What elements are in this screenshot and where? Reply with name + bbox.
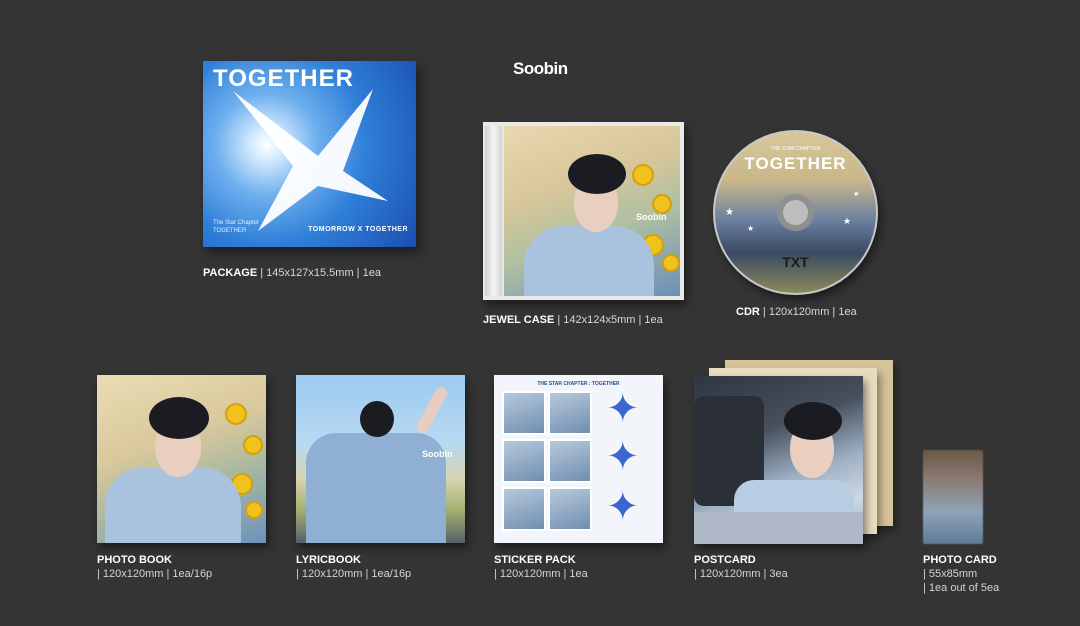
package-label: PACKAGE (203, 267, 258, 279)
star-logo-icon (233, 89, 388, 231)
photo-card-spec-quantity: | 1ea out of 5ea (923, 582, 1000, 594)
package-spec: | 145x127x15.5mm | 1ea (260, 267, 381, 279)
postcard-spec: | 120x120mm | 3ea (694, 568, 788, 580)
person-hair (360, 401, 394, 437)
sticker-photo (548, 391, 592, 435)
lyricbook-stamp: Soobin (422, 449, 453, 459)
jewel-case-cover: Soobin (504, 126, 680, 296)
star-icon: ★ (747, 224, 755, 233)
sunflower-icon (664, 256, 678, 270)
photo-book-caption: PHOTO BOOK | 120x120mm | 1ea/16p (97, 553, 212, 581)
photo-book-image (97, 375, 266, 543)
lyricbook-label: LYRICBOOK (296, 554, 361, 566)
photo-card-label: PHOTO CARD (923, 554, 997, 566)
postcard-image (694, 376, 863, 544)
sunflower-icon (247, 503, 261, 517)
photo-book-label: PHOTO BOOK (97, 554, 172, 566)
person-sweater (105, 467, 241, 543)
sticker-pack-image: THE STAR CHAPTER : TOGETHER ✦ ✦ ✦ (494, 375, 663, 543)
cdr-caption: CDR | 120x120mm | 1ea (736, 305, 857, 319)
person-hair (149, 397, 209, 439)
package-cover-credit: The Star Chapter TOGETHER (213, 220, 260, 234)
photo-book-spec: | 120x120mm | 1ea/16p (97, 568, 213, 580)
star-sticker-icon: ✦ (606, 435, 640, 479)
sticker-photo (502, 487, 546, 531)
sunflower-icon (654, 196, 670, 212)
photo-card-spec-size: | 55x85mm (923, 568, 978, 580)
jewel-case-label: JEWEL CASE (483, 314, 555, 326)
sticker-photo (548, 487, 592, 531)
sticker-photo (548, 439, 592, 483)
sticker-photo (502, 439, 546, 483)
jewel-case-stamp: Soobin (636, 212, 667, 222)
star-sticker-icon: ✦ (606, 485, 640, 529)
person-hair (568, 154, 626, 194)
jewel-case-spine (485, 126, 502, 296)
sticker-pack-spec: | 120x120mm | 1ea (494, 568, 588, 580)
photo-card-caption: PHOTO CARD | 55x85mm | 1ea out of 5ea (923, 553, 999, 595)
raised-arm (414, 385, 450, 435)
car-door (694, 512, 863, 544)
sticker-pack-label: STICKER PACK (494, 554, 576, 566)
photo-card-image (923, 450, 983, 544)
cd-disc-logo: TXT (782, 254, 809, 270)
sunflower-icon (227, 405, 245, 423)
lyricbook-caption: LYRICBOOK | 120x120mm | 1ea/16p (296, 553, 411, 581)
package-cover-brand: TOMORROW X TOGETHER (308, 226, 408, 233)
postcard-caption: POSTCARD | 120x120mm | 3ea (694, 553, 788, 581)
cd-disc-subtitle: THE STAR CHAPTER (770, 146, 821, 152)
package-caption: PACKAGE | 145x127x15.5mm | 1ea (203, 266, 381, 280)
cd-disc-image: THE STAR CHAPTER TOGETHER ★ ★ ★ ★ TXT (713, 130, 878, 295)
sticker-pack-caption: STICKER PACK | 120x120mm | 1ea (494, 553, 588, 581)
person-sweater (524, 226, 654, 296)
cd-center-hole (777, 194, 814, 231)
member-name: Soobin (513, 59, 568, 78)
star-icon: ★ (843, 216, 852, 226)
jewel-case-image: Soobin (483, 122, 684, 300)
cdr-spec: | 120x120mm | 1ea (762, 306, 857, 318)
jewel-case-caption: JEWEL CASE | 142x124x5mm | 1ea (483, 313, 663, 327)
lyricbook-spec: | 120x120mm | 1ea/16p (296, 568, 412, 580)
person-hair (784, 402, 842, 440)
postcard-label: POSTCARD (694, 554, 756, 566)
sticker-photo (502, 391, 546, 435)
sunflower-icon (634, 166, 652, 184)
star-sticker-icon: ✦ (606, 387, 640, 431)
cdr-label: CDR (736, 306, 760, 318)
jewel-case-spec: | 142x124x5mm | 1ea (557, 314, 663, 326)
lyricbook-image: Soobin (296, 375, 465, 543)
package-image: TOGETHER The Star Chapter TOGETHER TOMOR… (203, 61, 416, 247)
star-icon: ★ (853, 191, 860, 198)
sunflower-icon (245, 437, 261, 453)
star-icon: ★ (725, 207, 734, 218)
cd-disc-title: TOGETHER (744, 154, 847, 173)
